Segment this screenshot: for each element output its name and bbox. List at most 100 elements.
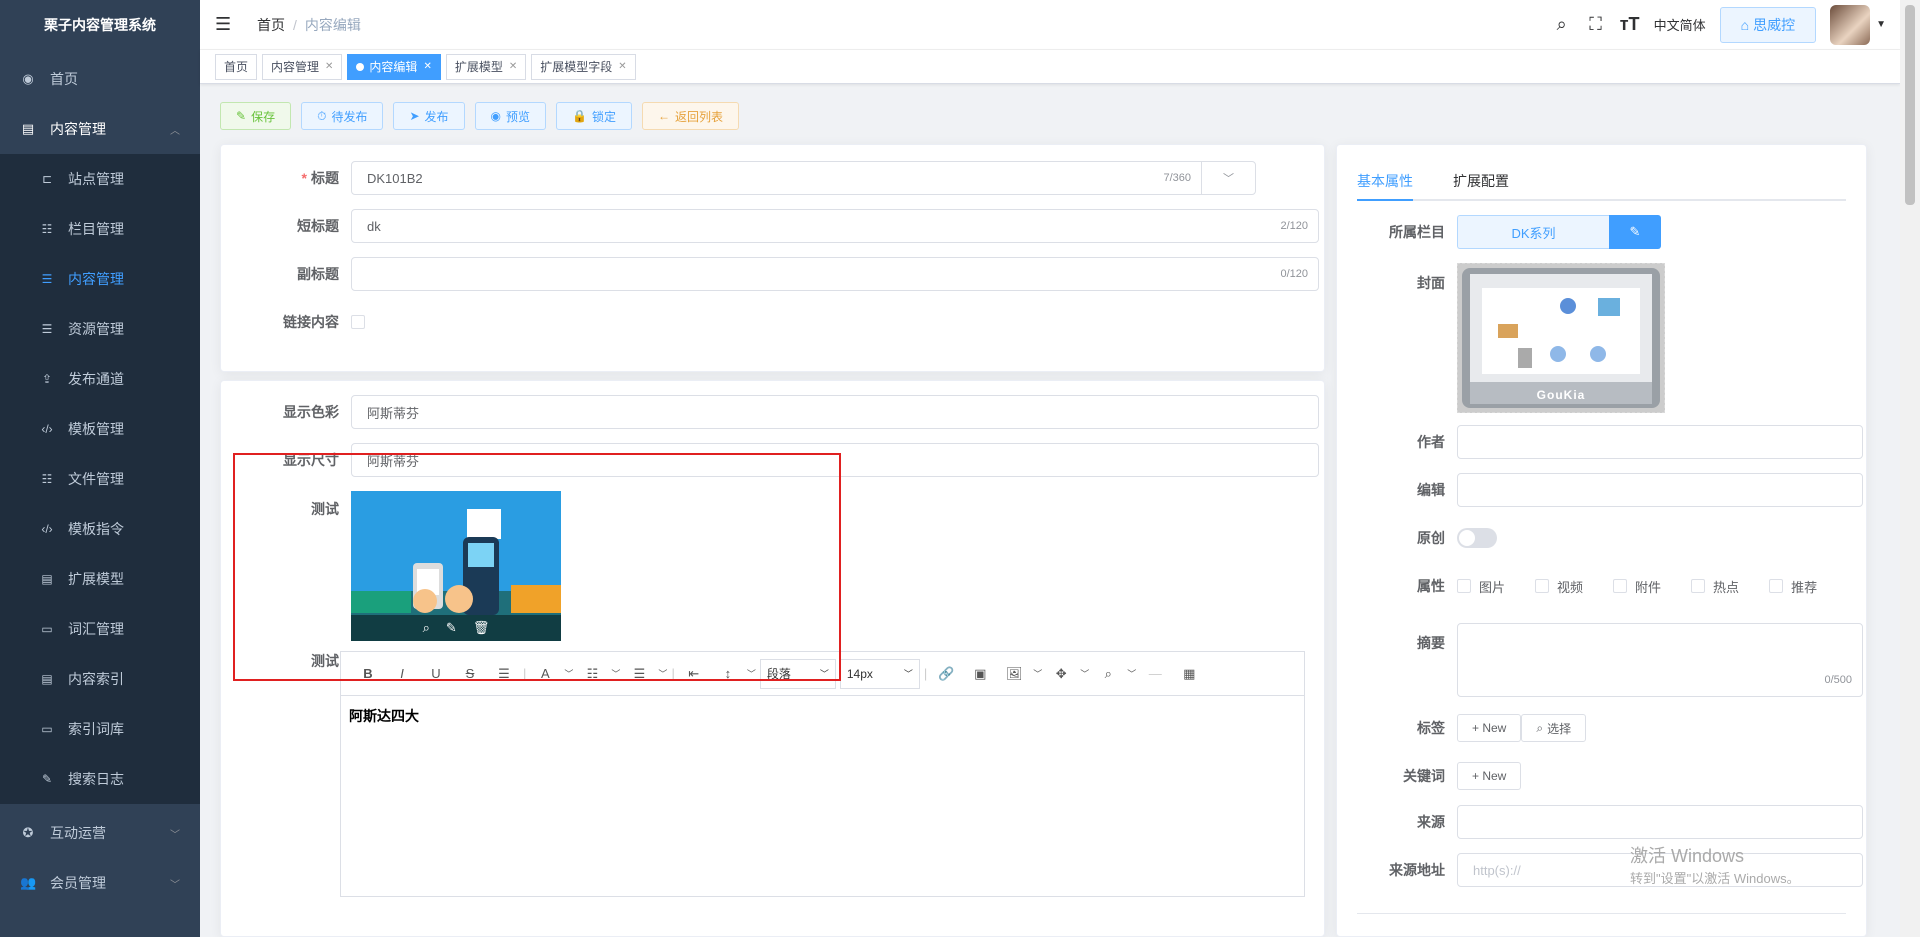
close-icon[interactable]: ✕ <box>423 61 431 72</box>
tags-row: 标签 + New ⌕ 选择 <box>1337 711 1587 745</box>
close-icon[interactable]: ✕ <box>509 61 517 72</box>
tag-content-mgmt[interactable]: 内容管理 ✕ <box>262 53 343 80</box>
attr-hot-checkbox[interactable]: 热点 <box>1691 577 1739 596</box>
back-to-list-button[interactable]: ← 返回列表 <box>642 102 740 130</box>
tag-ext-model[interactable]: 扩展模型 ✕ <box>445 53 527 80</box>
header-actions: ⌕ ⛶ ᴛT 中文简体 ⌂ 思威控 ▼ <box>1552 4 1900 45</box>
source-row: 来源 <box>1337 805 1863 839</box>
close-icon[interactable]: ✕ <box>618 61 626 72</box>
add-keyword-button[interactable]: + New <box>1457 762 1522 790</box>
publish-icon: ⇪ <box>41 372 53 386</box>
tag-ext-model-field[interactable]: 扩展模型字段 ✕ <box>531 53 636 80</box>
tag-content-edit[interactable]: 内容编辑 ✕ <box>347 53 441 80</box>
attr-image-checkbox[interactable]: 图片 <box>1457 577 1505 596</box>
tab-basic-attributes[interactable]: 基本属性 <box>1357 167 1413 201</box>
link-icon[interactable]: 🔗 <box>931 666 961 682</box>
attributes-tabs: 基本属性 扩展配置 <box>1357 167 1846 201</box>
sidebar-item-content-mgmt[interactable]: ▤ 内容管理 ︿ <box>0 104 200 154</box>
caret-down-icon[interactable]: ▼ <box>1876 19 1886 30</box>
sidebar-item-resource[interactable]: ☰ 资源管理 <box>0 304 200 354</box>
table-icon[interactable]: ▦ <box>1174 666 1204 682</box>
attributes-checkbox-group: 图片 视频 附件 热点 推荐 <box>1457 577 1817 596</box>
sidebar-item-content[interactable]: ☰ 内容管理 <box>0 254 200 304</box>
document-icon: ▤ <box>41 672 53 686</box>
title-input[interactable]: DK101B2 7/360 ﹀ <box>351 161 1256 195</box>
cover-image[interactable]: GouKia <box>1457 263 1665 413</box>
tree-icon: ☷ <box>41 472 53 486</box>
attr-video-checkbox[interactable]: 视频 <box>1535 577 1583 596</box>
title-counter: 7/360 <box>1163 172 1191 184</box>
horizontal-rule-icon[interactable]: — <box>1140 666 1170 681</box>
chevron-down-icon: ﹀ <box>170 829 180 841</box>
dashboard-icon: ◉ <box>22 71 34 86</box>
image-icon[interactable]: 🖼 <box>999 666 1029 682</box>
sidebar-item-vocabulary[interactable]: ▭ 词汇管理 <box>0 604 200 654</box>
attr-recommend-checkbox[interactable]: 推荐 <box>1769 577 1817 596</box>
sidebar-item-template[interactable]: ‹/› 模板管理 <box>0 404 200 454</box>
sidebar-item-template-directive[interactable]: ‹/› 模板指令 <box>0 504 200 554</box>
sidebar-item-member[interactable]: 👥 会员管理 ﹀ <box>0 858 200 908</box>
pending-publish-button[interactable]: ⏱ 待发布 <box>301 102 384 130</box>
sidebar-item-content-index[interactable]: ▤ 内容索引 <box>0 654 200 704</box>
timer-icon: ⏱ <box>317 108 327 123</box>
link-content-checkbox[interactable] <box>351 315 365 329</box>
edit-icon[interactable]: ✎ <box>1609 215 1661 249</box>
original-switch[interactable] <box>1457 528 1497 548</box>
user-button[interactable]: ⌂ 思威控 <box>1719 6 1817 43</box>
subtitle-input[interactable]: 0/120 <box>351 257 1319 291</box>
summary-textarea[interactable]: 0/500 <box>1457 623 1863 697</box>
source-input[interactable] <box>1457 805 1863 839</box>
editor-content[interactable]: 阿斯达四大 <box>341 696 1304 736</box>
author-input[interactable] <box>1457 425 1863 459</box>
editor-input[interactable] <box>1457 473 1863 507</box>
sidebar-item-search-log[interactable]: ✎ 搜索日志 <box>0 754 200 804</box>
user-icon: 👥 <box>20 875 37 890</box>
home-icon: ⌂ <box>1740 16 1750 33</box>
save-button[interactable]: ✎ 保存 <box>220 102 292 130</box>
color-input[interactable]: 阿斯蒂芬 <box>351 395 1319 429</box>
publish-button[interactable]: ➤ 发布 <box>393 102 465 130</box>
attr-attachment-checkbox[interactable]: 附件 <box>1613 577 1661 596</box>
plugin-icon[interactable]: ✥ <box>1046 666 1076 682</box>
list-icon: ☰ <box>41 322 53 336</box>
short-title-input[interactable]: dk 2/120 <box>351 209 1319 243</box>
list-icon: ☰ <box>41 272 53 286</box>
font-size-select[interactable]: 14px ﹀ <box>839 658 920 689</box>
sidebar-item-home[interactable]: ◉ 首页 <box>0 54 200 104</box>
sidebar-item-interaction[interactable]: ✪ 互动运营 ﹀ <box>0 808 200 858</box>
sidebar: 栗子内容管理系统 ◉ 首页 ▤ 内容管理 ︿ ⊏ 站点管理 ☷ 栏目管理 ☰ 内容管理… <box>0 0 200 937</box>
hamburger-icon[interactable]: ☰ <box>215 14 235 35</box>
search-icon[interactable]: ⌕ <box>1552 14 1572 35</box>
interaction-icon: ✪ <box>22 825 34 840</box>
short-title-row: 短标题 dk 2/120 <box>221 209 1319 243</box>
page-scrollbar[interactable] <box>1900 0 1920 937</box>
arrow-left-icon: ← <box>658 109 671 123</box>
sidebar-item-catalog[interactable]: ☷ 栏目管理 <box>0 204 200 254</box>
find-replace-icon[interactable]: ⌕ <box>1093 666 1123 682</box>
lock-button[interactable]: 🔒 锁定 <box>556 102 633 130</box>
cover-row: 封面 GouKia <box>1337 263 1665 413</box>
font-size-icon[interactable]: ᴛT <box>1620 14 1640 35</box>
chevron-down-icon[interactable]: ﹀ <box>1201 162 1255 194</box>
sidebar-item-index-dict[interactable]: ▭ 索引词库 <box>0 704 200 754</box>
tag-home[interactable]: 首页 <box>215 53 258 80</box>
code-icon: ‹/› <box>41 522 53 536</box>
sidebar-item-publish-channel[interactable]: ⇪ 发布通道 <box>0 354 200 404</box>
sidebar-item-ext-model[interactable]: ▤ 扩展模型 <box>0 554 200 604</box>
sidebar-item-file[interactable]: ☷ 文件管理 <box>0 454 200 504</box>
breadcrumb-home[interactable]: 首页 <box>257 17 285 33</box>
sidebar-item-site[interactable]: ⊏ 站点管理 <box>0 154 200 204</box>
select-tag-button[interactable]: ⌕ 选择 <box>1521 714 1587 742</box>
preview-button[interactable]: ◉ 预览 <box>474 102 547 130</box>
fullscreen-icon[interactable]: ⛶ <box>1586 14 1606 35</box>
tab-extended-config[interactable]: 扩展配置 <box>1453 167 1509 199</box>
video-icon[interactable]: ▣ <box>965 666 995 682</box>
document-icon: ▤ <box>41 572 53 586</box>
language-select[interactable]: 中文简体 <box>1654 15 1706 34</box>
scrollbar-thumb[interactable] <box>1905 5 1915 205</box>
add-tag-button[interactable]: + New <box>1457 714 1522 742</box>
breadcrumb: 首页 / 内容编辑 <box>257 15 361 35</box>
close-icon[interactable]: ✕ <box>325 61 333 72</box>
catalog-selector[interactable]: DK系列 ✎ <box>1457 215 1661 249</box>
avatar[interactable] <box>1830 4 1871 45</box>
